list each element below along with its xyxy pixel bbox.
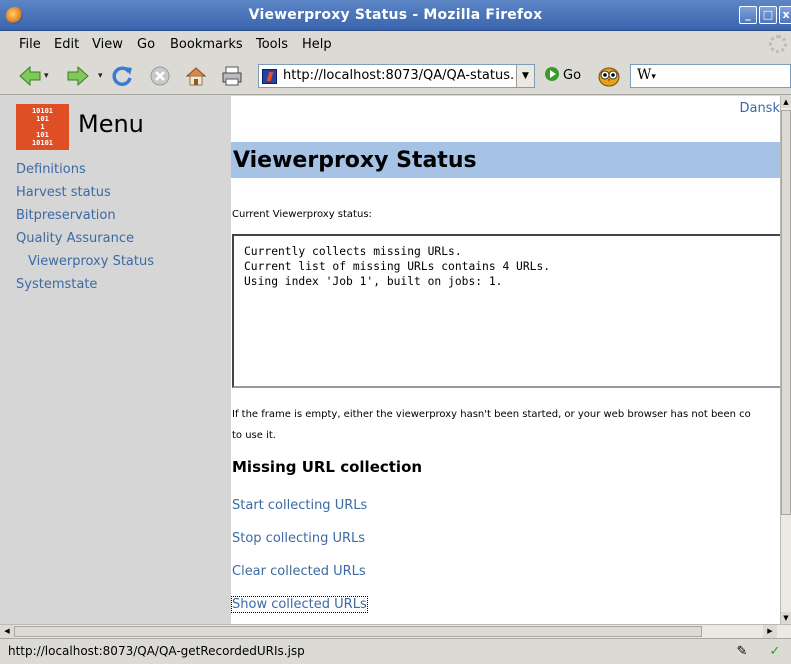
stop-icon[interactable] [148, 64, 172, 88]
back-arrow-icon[interactable] [18, 64, 42, 88]
forward-arrow-icon[interactable] [66, 64, 90, 88]
menu-bar: File Edit View Go Bookmarks Tools Help [0, 31, 791, 57]
menu-tools[interactable]: Tools [256, 37, 288, 52]
url-history-dropdown-icon[interactable]: ▼ [516, 65, 534, 87]
stop-collecting-link[interactable]: Stop collecting URLs [232, 531, 365, 546]
scroll-down-icon[interactable]: ▼ [781, 612, 791, 624]
navigation-toolbar: ▾ ▾ http://localhost:8073/QA/QA-status. … [0, 57, 791, 95]
url-bar[interactable]: http://localhost:8073/QA/QA-status. ▼ [258, 64, 535, 88]
page-heading-bar: Viewerproxy Status [231, 142, 780, 178]
menu-help[interactable]: Help [302, 37, 332, 52]
site-favicon-icon [262, 69, 277, 84]
status-bar: http://localhost:8073/QA/QA-getRecordedU… [0, 638, 791, 664]
missing-url-heading: Missing URL collection [232, 458, 423, 476]
start-collecting-link[interactable]: Start collecting URLs [232, 498, 367, 513]
page-title: Viewerproxy Status [233, 148, 477, 173]
sidebar-title: Menu [78, 110, 144, 138]
print-icon[interactable] [220, 64, 244, 88]
forward-dropdown-icon[interactable]: ▾ [98, 71, 103, 81]
menu-view[interactable]: View [92, 37, 123, 52]
sidebar: 10101 101 1 101 10101 Menu Definitions H… [0, 96, 231, 624]
menu-go[interactable]: Go [137, 37, 155, 52]
owl-extension-icon[interactable] [597, 64, 621, 88]
offline-plug-icon[interactable]: ✎ [733, 643, 751, 661]
status-line: Current list of missing URLs contains 4 … [244, 260, 551, 273]
language-link[interactable]: Dansk [739, 101, 780, 116]
netarchive-logo: 10101 101 1 101 10101 [16, 104, 69, 150]
go-arrow-icon [545, 67, 559, 81]
sidebar-item-viewerproxy-status[interactable]: Viewerproxy Status [28, 254, 154, 269]
home-icon[interactable] [184, 64, 208, 88]
sidebar-item-definitions[interactable]: Definitions [16, 162, 86, 177]
sidebar-item-quality-assurance[interactable]: Quality Assurance [16, 231, 134, 246]
status-line: Currently collects missing URLs. [244, 245, 462, 258]
clear-collected-link[interactable]: Clear collected URLs [232, 564, 366, 579]
show-collected-link[interactable]: Show collected URLs [231, 596, 368, 613]
throbber-icon [769, 35, 787, 53]
vertical-scrollbar[interactable]: ▲ ▼ [780, 96, 791, 624]
status-label: Current Viewerproxy status: [232, 209, 372, 220]
horizontal-scroll-thumb[interactable] [14, 626, 702, 637]
sidebar-item-systemstate[interactable]: Systemstate [16, 277, 97, 292]
check-icon[interactable]: ✓ [766, 643, 784, 661]
title-bar[interactable]: Viewerproxy Status - Mozilla Firefox _ □… [0, 0, 791, 31]
minimize-button[interactable]: _ [739, 6, 757, 24]
scroll-left-icon[interactable]: ◀ [0, 625, 14, 638]
scroll-right-icon[interactable]: ▶ [763, 625, 777, 638]
scroll-up-icon[interactable]: ▲ [781, 96, 791, 108]
frame-empty-note: If the frame is empty, either the viewer… [232, 409, 751, 441]
status-frame: Currently collects missing URLs. Current… [232, 234, 791, 388]
vertical-scroll-thumb[interactable] [781, 110, 791, 515]
search-box[interactable]: W▾ [630, 64, 791, 88]
menu-file[interactable]: File [19, 37, 41, 52]
status-bar-text: http://localhost:8073/QA/QA-getRecordedU… [8, 644, 305, 658]
main-panel: Dansk Viewerproxy Status Current Viewerp… [231, 96, 791, 624]
close-button[interactable]: x [779, 6, 791, 24]
status-line: Using index 'Job 1', built on jobs: 1. [244, 275, 503, 288]
horizontal-scrollbar[interactable]: ◀ ▶ [0, 624, 791, 638]
menu-bookmarks[interactable]: Bookmarks [170, 37, 243, 52]
sidebar-item-harvest-status[interactable]: Harvest status [16, 185, 111, 200]
page-content: 10101 101 1 101 10101 Menu Definitions H… [0, 96, 791, 624]
go-label: Go [563, 68, 582, 83]
window-title: Viewerproxy Status - Mozilla Firefox [248, 7, 543, 23]
sidebar-item-bitpreservation[interactable]: Bitpreservation [16, 208, 116, 223]
reload-icon[interactable] [110, 64, 134, 88]
go-button[interactable]: Go [545, 67, 581, 83]
menu-edit[interactable]: Edit [54, 37, 79, 52]
back-dropdown-icon[interactable]: ▾ [44, 71, 49, 81]
maximize-button[interactable]: □ [759, 6, 777, 24]
wikipedia-search-icon[interactable]: W▾ [637, 67, 656, 83]
url-input[interactable]: http://localhost:8073/QA/QA-status. [283, 68, 518, 83]
browser-window: Viewerproxy Status - Mozilla Firefox _ □… [0, 0, 791, 664]
